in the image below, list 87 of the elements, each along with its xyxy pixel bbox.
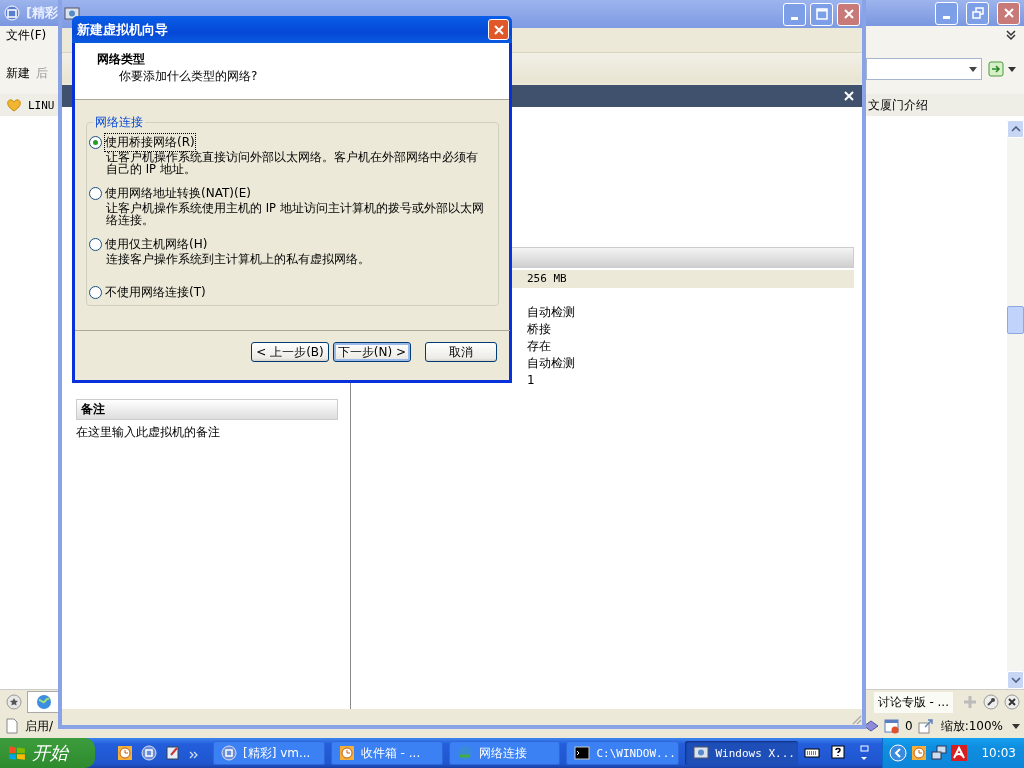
book-icon[interactable] [863, 718, 879, 734]
resize-grip[interactable] [850, 713, 862, 725]
scrollbar-thumb[interactable] [1007, 306, 1024, 334]
heart-icon [6, 97, 22, 113]
address-field[interactable] [866, 58, 982, 80]
radio-button[interactable] [89, 238, 102, 251]
clock-icon[interactable] [117, 745, 133, 761]
dropdown-icon [969, 66, 977, 72]
clock-icon [338, 745, 355, 761]
radio-button[interactable] [89, 136, 102, 149]
taskbar-button[interactable]: 网络连接 [448, 741, 561, 765]
close-button[interactable] [837, 2, 860, 26]
restore-button[interactable] [966, 1, 989, 25]
dialog-button[interactable]: 取消 [425, 342, 497, 362]
dialog-button[interactable]: < 上一步(B) [251, 342, 329, 362]
browser-tab[interactable] [27, 691, 61, 713]
radio-button[interactable] [89, 187, 102, 200]
minimize-button[interactable] [935, 1, 958, 25]
close-icon[interactable] [1004, 694, 1020, 710]
network-icon[interactable] [931, 745, 948, 761]
document-icon[interactable] [165, 745, 181, 761]
status-text: 启用/ [25, 717, 54, 735]
option-label[interactable]: 使用桥接网络(R) [105, 134, 195, 151]
memory-value: 256 MB [511, 270, 854, 288]
favorite-link[interactable]: LINU [28, 98, 55, 112]
keyboard-icon[interactable] [804, 745, 821, 761]
globe-icon [456, 745, 473, 761]
option-label[interactable]: 使用网络地址转换(NAT)(E) [105, 185, 251, 202]
scrollbar[interactable] [1007, 120, 1024, 689]
zoom-control[interactable]: 缩放:100% [938, 717, 1003, 735]
browser-icon [221, 745, 237, 761]
option-label[interactable]: 不使用网络连接(T) [105, 284, 206, 301]
dropdown-icon[interactable] [1012, 723, 1020, 729]
taskbar-button[interactable]: 收件箱 - ... [330, 741, 443, 765]
radio-button[interactable] [89, 286, 102, 299]
browser-tab[interactable]: 讨论专版 - ... [873, 691, 953, 713]
page-subheading: 你要添加什么类型的网络? [118, 68, 259, 85]
taskbar-button[interactable]: C:\WINDOW... [566, 741, 680, 765]
option-description: 连接客户操作系统到主计算机上的私有虚拟网络。 [105, 253, 371, 265]
window-title: [精彩 [26, 4, 58, 22]
clock-icon[interactable] [911, 745, 928, 761]
close-icon [492, 23, 505, 36]
device-value: 自动检测 [527, 355, 576, 372]
section-header: 备注 [76, 399, 338, 420]
device-value: 自动检测 [527, 304, 576, 321]
menu-item[interactable]: 文件(F) [6, 26, 47, 44]
option-label[interactable]: 使用仅主机网络(H) [105, 236, 208, 253]
chevron-icon[interactable] [1004, 28, 1018, 42]
maximize-button[interactable] [810, 2, 833, 26]
close-button[interactable] [488, 19, 509, 40]
console-icon [574, 745, 591, 761]
group-title: 网络连接 [94, 114, 144, 131]
device-value: 桥接 [527, 321, 552, 338]
page-icon [4, 718, 20, 734]
taskbar-button[interactable]: [精彩] vm... [213, 741, 325, 765]
windows-logo [8, 744, 26, 762]
notes-field[interactable]: 在这里输入此虚拟机的备注 [76, 424, 338, 441]
vm-icon [693, 745, 710, 761]
wrench-icon[interactable] [983, 694, 999, 710]
antivirus-icon[interactable] [951, 745, 968, 761]
minimize-button[interactable] [783, 2, 806, 26]
toolbar-button[interactable]: 新建 [6, 65, 30, 82]
popup-blocker-icon[interactable] [884, 718, 900, 734]
maximize-icon [815, 8, 828, 20]
device-value: 存在 [527, 338, 552, 355]
go-icon[interactable] [988, 61, 1004, 77]
start-button[interactable]: 开始 [0, 738, 95, 768]
vm-icon [64, 6, 80, 22]
resize-icon[interactable] [917, 718, 934, 734]
collapse-icon[interactable] [889, 744, 908, 762]
popup-count: 0 [905, 719, 913, 733]
restore-icon [971, 7, 984, 19]
browser-icon[interactable] [141, 745, 157, 761]
option-description: 让客户机操作系统使用主机的 IP 地址访问主计算机的拨号或外部以太网络连接。 [105, 202, 485, 226]
help-icon[interactable] [830, 745, 847, 761]
device-value: 1 [527, 372, 536, 389]
dialog-title: 新建虚拟机向导 [77, 20, 168, 39]
close-icon [1002, 7, 1015, 19]
dropdown-icon[interactable] [1008, 66, 1016, 72]
globe-icon [36, 694, 52, 710]
page-heading: 网络类型 [97, 51, 146, 68]
favorite-link[interactable]: 文厦门介绍 [868, 96, 928, 114]
taskbar-button[interactable]: Windows X... [685, 741, 799, 765]
close-icon [842, 8, 855, 20]
dialog-button[interactable]: 下一步(N) > [332, 342, 411, 362]
app-icon [4, 5, 20, 21]
clock: 10:03 [981, 746, 1016, 760]
